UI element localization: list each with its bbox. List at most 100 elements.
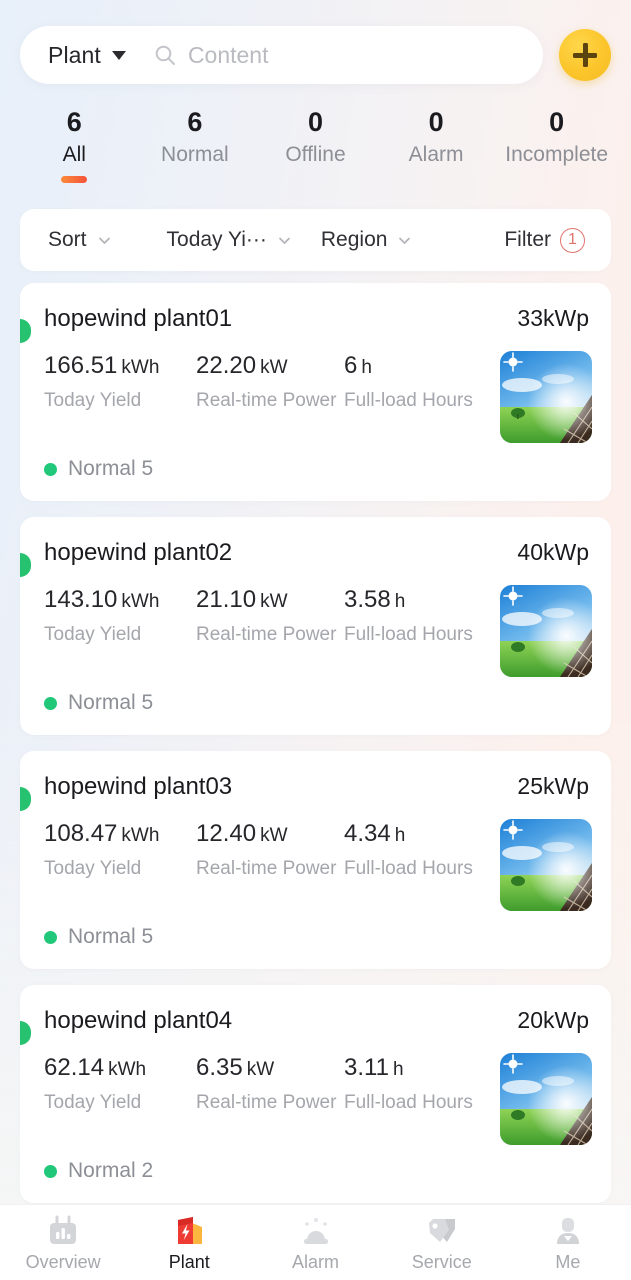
metric-fullload-hours: 6h Full-load Hours bbox=[344, 351, 494, 443]
caret-down-icon[interactable] bbox=[111, 50, 126, 60]
status-tab-all[interactable]: 6 All bbox=[14, 106, 135, 201]
metric-realtime-power: 6.35 kW Real-time Power bbox=[196, 1053, 344, 1145]
metric-today-yield: 143.10 kWh Today Yield bbox=[44, 585, 196, 677]
status-text: Normal 5 bbox=[68, 691, 154, 714]
nav-label: Service bbox=[411, 1251, 472, 1272]
search-icon bbox=[154, 44, 176, 66]
status-text: Normal 5 bbox=[68, 925, 154, 948]
plant-thumbnail bbox=[500, 1053, 592, 1145]
metric-label: Today Yield bbox=[44, 1092, 142, 1113]
metric-unit: h bbox=[392, 1059, 404, 1080]
status-count: 0 bbox=[307, 107, 323, 137]
nav-item-service[interactable]: Service bbox=[379, 1213, 505, 1273]
metric-label: Full-load Hours bbox=[344, 390, 473, 411]
plant-status: Normal 5 bbox=[44, 457, 589, 481]
metric-value: 6.35 bbox=[196, 1054, 243, 1081]
status-label: All bbox=[62, 143, 86, 166]
metric-fullload-hours: 4.34 h Full-load Hours bbox=[344, 819, 494, 911]
metric-value: 62.14 bbox=[44, 1054, 105, 1081]
plant-capacity: 40kWp bbox=[517, 539, 589, 565]
metric-value: 4.34 bbox=[344, 820, 391, 847]
sort-label: Sort bbox=[48, 228, 87, 251]
status-dot-icon bbox=[44, 462, 57, 476]
status-flag-icon bbox=[20, 787, 31, 811]
metric-label: Full-load Hours bbox=[344, 624, 473, 645]
status-text: Normal 2 bbox=[68, 1159, 154, 1182]
nav-item-plant[interactable]: Plant bbox=[126, 1213, 252, 1273]
status-tab-offline[interactable]: 0 Offline bbox=[255, 106, 376, 187]
profile-icon bbox=[551, 1213, 585, 1247]
plant-card[interactable]: hopewind plant03 25kWp 108.47 kWh Today Y… bbox=[20, 751, 611, 969]
metric-today-yield: 108.47 kWh Today Yield bbox=[44, 819, 196, 911]
metric-realtime-power: 12.40 kW Real-time Power bbox=[196, 819, 344, 911]
status-label: Incomplete bbox=[505, 143, 609, 166]
plant-card[interactable]: hopewind plant04 20kWp 62.14 kWh Today Yi… bbox=[20, 985, 611, 1203]
status-tab-normal[interactable]: 6 Normal bbox=[135, 106, 256, 187]
plant-card[interactable]: hopewind plant02 40kWp 143.10 kWh Today Y… bbox=[20, 517, 611, 735]
status-tab-incomplete[interactable]: 0 Incomplete bbox=[496, 106, 617, 187]
nav-label: Alarm bbox=[292, 1251, 340, 1272]
metric-label: Today Yield bbox=[44, 858, 142, 879]
plant-name: hopewind plant02 bbox=[44, 539, 233, 566]
filter-button[interactable]: Filter 1 bbox=[504, 227, 585, 253]
active-tab-indicator bbox=[61, 176, 88, 183]
search-input[interactable] bbox=[187, 41, 521, 69]
nav-item-alarm[interactable]: Alarm bbox=[252, 1213, 378, 1273]
add-plant-button[interactable] bbox=[559, 29, 611, 81]
nav-label: Plant bbox=[168, 1251, 210, 1272]
filter-bar: Sort Today Yi··· Region Filter 1 bbox=[20, 209, 611, 271]
metric-label: Real-time Power bbox=[196, 1092, 337, 1113]
metric-unit: kW bbox=[260, 357, 288, 378]
metric-today-yield: 166.51 kWh Today Yield bbox=[44, 351, 196, 443]
status-flag-icon bbox=[20, 1021, 31, 1045]
metric-unit: h bbox=[394, 825, 406, 846]
plant-status: Normal 2 bbox=[44, 1159, 589, 1183]
search-scope-label[interactable]: Plant bbox=[48, 42, 101, 69]
metric-value: 108.47 bbox=[44, 820, 118, 847]
metric-label: Full-load Hours bbox=[344, 858, 473, 879]
bottom-navigation: Overview Plant Alarm Service Me bbox=[0, 1204, 631, 1280]
metric-unit: kW bbox=[246, 1059, 275, 1080]
status-dot-icon bbox=[44, 1164, 57, 1178]
plant-name: hopewind plant01 bbox=[44, 305, 233, 332]
status-text: Normal 5 bbox=[68, 457, 154, 480]
plant-icon bbox=[172, 1213, 206, 1247]
metric-label: Today Yi··· bbox=[166, 228, 267, 251]
metric-dropdown[interactable]: Today Yi··· bbox=[167, 228, 293, 252]
status-count: 6 bbox=[66, 107, 82, 137]
metric-value: 12.40 bbox=[196, 820, 257, 847]
nav-item-overview[interactable]: Overview bbox=[0, 1213, 126, 1273]
plant-thumbnail bbox=[500, 585, 592, 677]
nav-label: Me bbox=[555, 1251, 581, 1272]
plant-name: hopewind plant04 bbox=[44, 1007, 233, 1034]
plant-status: Normal 5 bbox=[44, 691, 589, 715]
overview-chart-icon bbox=[46, 1213, 80, 1247]
chevron-down-icon bbox=[276, 232, 293, 249]
search-bar[interactable]: Plant bbox=[20, 26, 543, 84]
metric-unit: kWh bbox=[108, 1059, 147, 1080]
metric-label: Real-time Power bbox=[196, 390, 337, 411]
status-dot-icon bbox=[44, 696, 57, 710]
metric-fullload-hours: 3.11 h Full-load Hours bbox=[344, 1053, 494, 1145]
metric-unit: kWh bbox=[121, 591, 160, 612]
plant-capacity: 33kWp bbox=[517, 305, 589, 331]
filter-count-badge: 1 bbox=[560, 227, 585, 253]
status-tab-alarm[interactable]: 0 Alarm bbox=[376, 106, 497, 187]
metric-label: Today Yield bbox=[44, 624, 142, 645]
nav-label: Overview bbox=[25, 1251, 101, 1272]
status-count: 0 bbox=[549, 107, 565, 137]
metric-unit: kWh bbox=[121, 357, 160, 378]
nav-item-me[interactable]: Me bbox=[505, 1213, 631, 1273]
metric-value: 3.11 bbox=[344, 1054, 389, 1081]
metric-value: 166.51 bbox=[44, 352, 118, 379]
metric-today-yield: 62.14 kWh Today Yield bbox=[44, 1053, 196, 1145]
metric-label: Full-load Hours bbox=[344, 1092, 473, 1113]
metric-unit: kW bbox=[260, 825, 288, 846]
chevron-down-icon bbox=[396, 232, 413, 249]
service-tag-icon bbox=[425, 1213, 459, 1247]
metric-label: Real-time Power bbox=[196, 858, 337, 879]
plant-card[interactable]: hopewind plant01 33kWp 166.51 kWh Today Y… bbox=[20, 283, 611, 501]
sort-dropdown[interactable]: Sort bbox=[48, 228, 113, 252]
status-flag-icon bbox=[20, 553, 31, 577]
region-dropdown[interactable]: Region bbox=[321, 228, 414, 252]
